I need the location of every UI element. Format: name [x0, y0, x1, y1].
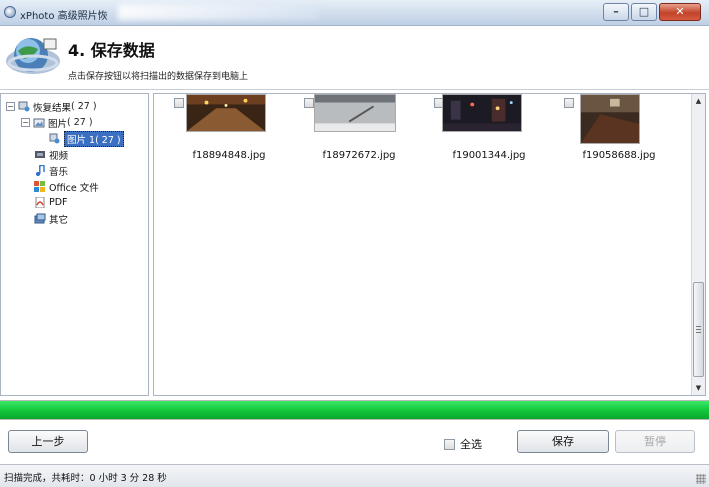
office-icon [34, 181, 45, 192]
file-checkbox[interactable] [564, 98, 574, 108]
tree-count-recovery-results: ( 27 ) [71, 101, 97, 112]
file-checkbox[interactable] [304, 98, 314, 108]
file-name: f18972672.jpg [322, 150, 396, 161]
tree-item-video[interactable]: 视频 [34, 147, 68, 162]
step-title: 4. 保存数据 [68, 41, 155, 60]
tree-item-pictures[interactable]: − 图片 ( 27 ) [21, 115, 93, 130]
thumbnail-image[interactable] [442, 94, 522, 132]
window-title: xPhoto 高级照片恢 [20, 11, 108, 22]
checkbox-icon[interactable] [444, 438, 455, 450]
file-checkbox[interactable] [174, 98, 184, 108]
tree-item-pdf[interactable]: PDF [34, 195, 68, 210]
select-all-checkbox[interactable]: 全选 [444, 436, 482, 452]
category-tree: − 恢复结果 ( 27 ) − 图片 ( 27 ) 图片 1( 27 ) 视频 … [0, 93, 149, 396]
thumbnail-item[interactable]: f18894848.jpg [164, 94, 294, 174]
title-bar: xPhoto 高级照片恢 – □ ✕ [0, 0, 709, 26]
scrollbar-grip-icon [696, 326, 701, 334]
tree-item-office[interactable]: Office 文件 [34, 179, 99, 194]
window-controls: – □ ✕ [603, 3, 701, 21]
other-files-icon [34, 213, 46, 224]
thumbnail-item[interactable]: f19001344.jpg [424, 94, 554, 174]
maximize-icon: □ [638, 5, 650, 18]
scroll-down-icon[interactable]: ▼ [692, 381, 705, 395]
pause-button[interactable]: 暂停 [615, 430, 695, 453]
thumbnail-image[interactable] [186, 94, 266, 132]
scrollbar-thumb[interactable] [693, 282, 704, 377]
tree-item-recovery-results[interactable]: − 恢复结果 ( 27 ) [6, 99, 97, 114]
resize-grip-icon[interactable] [696, 474, 706, 484]
select-all-label: 全选 [460, 438, 482, 451]
collapse-icon[interactable]: − [21, 118, 30, 127]
maximize-button[interactable]: □ [631, 3, 657, 21]
tree-label-pictures-1: 图片 1( 27 ) [64, 130, 124, 147]
collapse-icon[interactable]: − [6, 102, 15, 111]
music-note-icon [36, 165, 45, 176]
tree-label-recovery-results: 恢复结果 [33, 102, 72, 114]
file-name: f19058688.jpg [582, 150, 656, 161]
minimize-button[interactable]: – [603, 3, 629, 21]
tree-label-other: 其它 [49, 214, 69, 226]
thumbnail-item[interactable]: f19058688.jpg [554, 94, 684, 174]
thumbnail-image[interactable] [314, 94, 396, 132]
scroll-up-icon[interactable]: ▲ [692, 94, 705, 108]
minimize-icon: – [613, 5, 619, 18]
tree-label-music: 音乐 [49, 166, 69, 178]
close-icon: ✕ [675, 5, 685, 18]
file-name: f18894848.jpg [192, 150, 266, 161]
file-thumbnail-grid: f18894848.jpg f18972672.jpg f19001344.jp… [153, 93, 706, 396]
tree-item-music[interactable]: 音乐 [34, 163, 68, 178]
vertical-scrollbar[interactable]: ▲ ▼ [691, 94, 705, 395]
tree-item-pictures-1[interactable]: 图片 1( 27 ) [49, 130, 124, 147]
status-bar: 扫描完成，共耗时：0 小时 3 分 28 秒 [0, 464, 709, 487]
status-text: 扫描完成，共耗时：0 小时 3 分 28 秒 [4, 473, 167, 484]
thumbnail-item[interactable]: f18972672.jpg [294, 94, 424, 174]
tree-label-office: Office 文件 [49, 182, 99, 194]
tree-label-pdf: PDF [49, 197, 68, 208]
progress-bar [0, 400, 709, 420]
pdf-icon [35, 197, 45, 208]
video-icon [35, 151, 45, 158]
back-button[interactable]: 上一步 [8, 430, 88, 453]
globe-logo-icon [6, 38, 60, 74]
file-name: f19001344.jpg [452, 150, 526, 161]
tree-label-video: 视频 [49, 150, 69, 162]
xphoto-app-icon [4, 6, 16, 18]
progress-fill [0, 401, 709, 419]
tree-label-pictures: 图片 [48, 118, 68, 130]
pictures-subfolder-icon [49, 133, 60, 144]
pictures-folder-icon [33, 118, 45, 128]
tree-count-pictures: ( 27 ) [67, 117, 93, 128]
save-button[interactable]: 保存 [517, 430, 609, 453]
step-header: 4. 保存数据 点击保存按钮以将扫描出的数据保存到电脑上 [0, 26, 709, 90]
step-description: 点击保存按钮以将扫描出的数据保存到电脑上 [68, 72, 249, 82]
recovery-results-icon [18, 101, 30, 112]
close-button[interactable]: ✕ [659, 3, 701, 21]
tree-item-other[interactable]: 其它 [34, 211, 68, 226]
thumbnail-image[interactable] [580, 94, 640, 144]
title-blurred-region [118, 4, 318, 20]
